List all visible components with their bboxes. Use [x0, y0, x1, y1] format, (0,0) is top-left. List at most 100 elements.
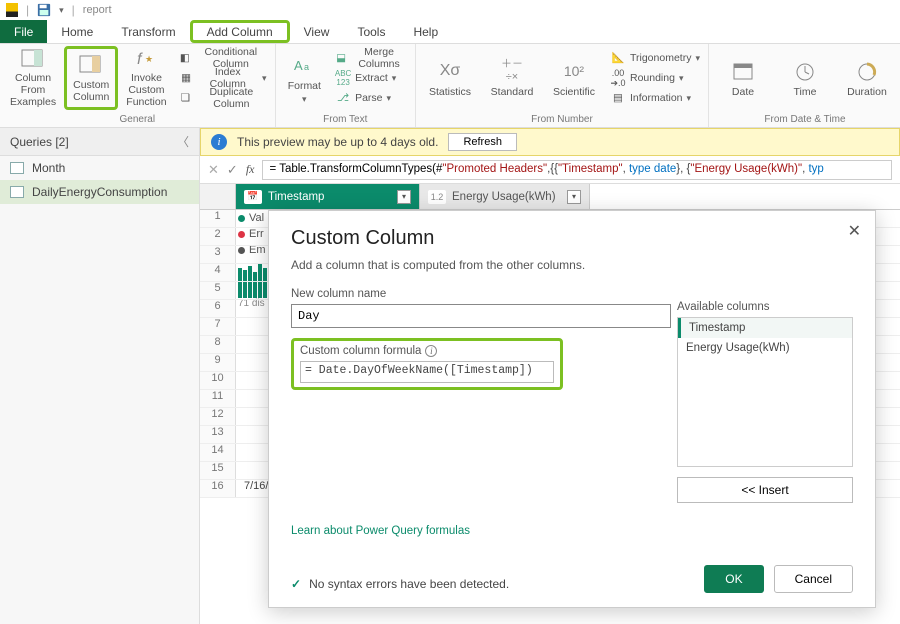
query-item[interactable]: DailyEnergyConsumption	[0, 180, 199, 204]
fx-label[interactable]: fx	[246, 162, 255, 177]
formula-bar: ✕ ✓ fx = Table.TransformColumnTypes(#"Pr…	[200, 156, 900, 184]
duration-button[interactable]: Duration	[837, 46, 897, 110]
refresh-button[interactable]: Refresh	[448, 133, 517, 151]
file-menu[interactable]: File	[0, 20, 47, 43]
info-bar: i This preview may be up to 4 days old. …	[200, 128, 900, 156]
insert-button[interactable]: << Insert	[677, 477, 853, 503]
info-icon[interactable]: i	[425, 345, 437, 357]
learn-link[interactable]: Learn about Power Query formulas	[291, 525, 470, 537]
row-number: 7	[200, 318, 236, 335]
table-icon	[10, 162, 24, 174]
ok-button[interactable]: OK	[704, 565, 763, 593]
trigonometry-button[interactable]: 📐Trigonometry▾	[606, 48, 704, 68]
table-corner[interactable]	[200, 184, 236, 209]
scientific-button[interactable]: 10²Scientific	[544, 46, 604, 110]
available-column-item[interactable]: Timestamp	[678, 318, 852, 338]
merge-columns-button[interactable]: ⬓Merge Columns	[331, 48, 411, 68]
information-button[interactable]: ▤Information▾	[606, 88, 704, 108]
formula-input[interactable]: = Table.TransformColumnTypes(#"Promoted …	[262, 160, 892, 180]
label: Column From Examples	[10, 72, 56, 108]
row-number: 2	[200, 228, 236, 245]
collapse-icon[interactable]: 〈	[177, 133, 189, 150]
format-button[interactable]: Aa Format▾	[280, 46, 330, 110]
check-icon: ✓	[291, 577, 301, 591]
filter-dropdown-icon[interactable]: ▾	[397, 190, 411, 204]
ribbon-group-general: Column From Examples Custom Column f★ In…	[0, 44, 276, 127]
date-button[interactable]: Date	[713, 46, 773, 110]
tab-tools[interactable]: Tools	[343, 20, 399, 43]
row-number: 1	[200, 210, 236, 227]
app-logo-icon	[6, 3, 18, 17]
svg-text:A: A	[294, 58, 303, 73]
new-column-name-input[interactable]	[291, 304, 671, 328]
row-number: 12	[200, 408, 236, 425]
tab-transform[interactable]: Transform	[107, 20, 189, 43]
ribbon: Column From Examples Custom Column f★ In…	[0, 44, 900, 128]
extract-button[interactable]: ABC123Extract▾	[331, 68, 411, 88]
statistics-button[interactable]: ΧσStatistics	[420, 46, 480, 110]
available-columns-panel: Available columns Timestamp Energy Usage…	[677, 301, 853, 503]
duplicate-column-button[interactable]: ❏Duplicate Column	[175, 88, 271, 108]
row-number: 10	[200, 372, 236, 389]
custom-column-dialog: ✕ Custom Column Add a column that is com…	[268, 210, 876, 608]
row-number: 15	[200, 462, 236, 479]
row-number: 5	[200, 282, 236, 299]
formula-input[interactable]: = Date.DayOfWeekName([Timestamp])	[300, 361, 554, 383]
table-icon	[10, 186, 24, 198]
invoke-custom-function-button[interactable]: f★ Invoke Custom Function	[120, 46, 172, 110]
tab-home[interactable]: Home	[47, 20, 107, 43]
commit-formula-icon[interactable]: ✓	[227, 162, 238, 178]
row-number: 9	[200, 354, 236, 371]
formula-highlight: Custom column formula i = Date.DayOfWeek…	[291, 338, 563, 390]
row-number: 16	[200, 480, 236, 497]
standard-button[interactable]: ＋－÷×Standard	[482, 46, 542, 110]
column-from-examples-button[interactable]: Column From Examples	[4, 46, 62, 110]
row-number: 4	[200, 264, 236, 281]
queries-header: Queries [2]	[10, 135, 69, 149]
ribbon-group-from-datetime: Date Time Duration From Date & Time	[709, 44, 900, 127]
formula-label: Custom column formula	[300, 345, 421, 357]
group-label: General	[119, 114, 155, 127]
close-icon[interactable]: ✕	[848, 221, 861, 241]
column-headers: 📅 Timestamp ▾ 1.2 Energy Usage(kWh) ▾	[200, 184, 900, 210]
cancel-formula-icon[interactable]: ✕	[208, 162, 219, 178]
cancel-button[interactable]: Cancel	[774, 565, 853, 593]
tab-add-column[interactable]: Add Column	[190, 20, 290, 43]
row-number: 13	[200, 426, 236, 443]
label: Custom Column	[73, 79, 109, 103]
row-number: 14	[200, 444, 236, 461]
info-message: This preview may be up to 4 days old.	[237, 135, 438, 149]
document-name: report	[83, 4, 112, 16]
column-header-timestamp[interactable]: 📅 Timestamp ▾	[236, 184, 420, 209]
tab-help[interactable]: Help	[399, 20, 452, 43]
new-column-name-label: New column name	[291, 288, 853, 300]
available-column-item[interactable]: Energy Usage(kWh)	[678, 338, 852, 358]
parse-button[interactable]: ⎇Parse▾	[331, 88, 411, 108]
label: Invoke Custom Function	[126, 72, 166, 108]
separator: |	[26, 3, 29, 17]
rounding-button[interactable]: .00➔.0Rounding▾	[606, 68, 704, 88]
ribbon-group-from-number: ΧσStatistics ＋－÷×Standard 10²Scientific …	[416, 44, 709, 127]
datatype-date-icon[interactable]: 📅	[244, 190, 262, 204]
query-item[interactable]: Month	[0, 156, 199, 180]
menu-bar: File Home Transform Add Column View Tool…	[0, 20, 900, 44]
svg-text:a: a	[304, 62, 309, 72]
qat-dropdown-icon[interactable]: ▾	[59, 5, 64, 16]
available-columns-list[interactable]: Timestamp Energy Usage(kWh)	[677, 317, 853, 467]
svg-text:★: ★	[145, 54, 153, 64]
title-bar: | ▾ | report	[0, 0, 900, 20]
row-number: 6	[200, 300, 236, 317]
save-icon[interactable]	[37, 3, 51, 17]
row-number: 11	[200, 390, 236, 407]
row-number: 3	[200, 246, 236, 263]
time-button[interactable]: Time	[775, 46, 835, 110]
column-header-energy[interactable]: 1.2 Energy Usage(kWh) ▾	[420, 184, 590, 209]
custom-column-button[interactable]: Custom Column	[64, 46, 118, 110]
queries-pane: Queries [2] 〈 Month DailyEnergyConsumpti…	[0, 128, 200, 624]
dialog-subtitle: Add a column that is computed from the o…	[291, 258, 853, 272]
filter-dropdown-icon[interactable]: ▾	[567, 190, 581, 204]
separator: |	[72, 3, 75, 17]
datatype-decimal-icon[interactable]: 1.2	[428, 190, 446, 204]
svg-text:f: f	[137, 51, 143, 68]
tab-view[interactable]: View	[290, 20, 344, 43]
